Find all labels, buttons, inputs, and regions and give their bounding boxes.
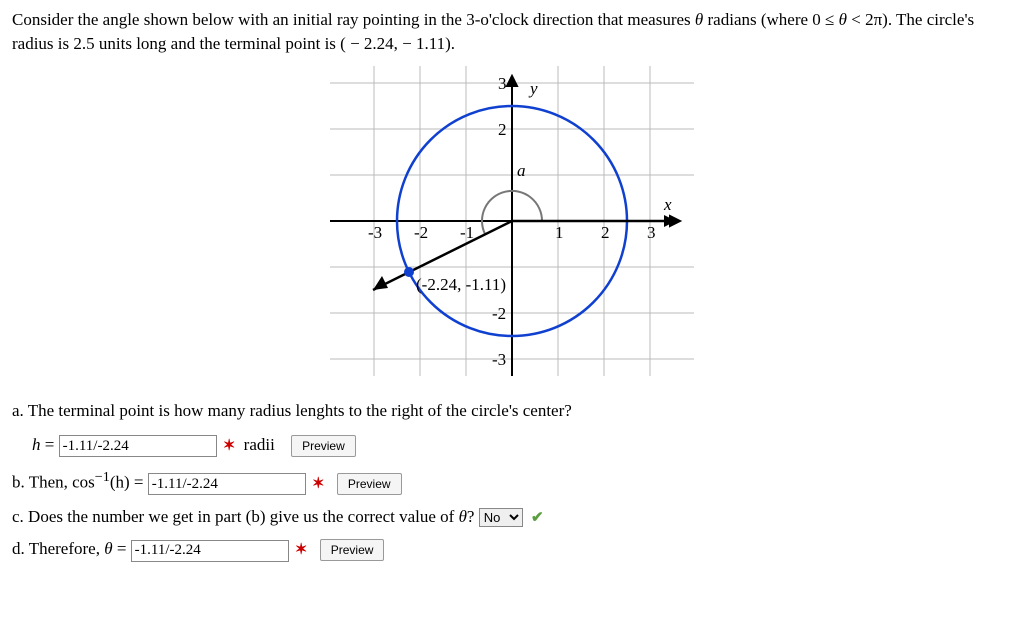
theta-var-1: θ	[695, 10, 703, 29]
equals-sign: =	[45, 435, 59, 454]
preview-button[interactable]: Preview	[291, 435, 356, 457]
preview-button[interactable]: Preview	[337, 473, 402, 495]
terminal-point-label: (-2.24, -1.11)	[416, 275, 506, 294]
correct-icon: ✔	[531, 509, 544, 526]
part-d-input[interactable]	[131, 540, 289, 562]
wrong-icon: ✶	[223, 437, 236, 454]
part-d-prompt-post: =	[113, 539, 131, 558]
svg-text:-3: -3	[368, 223, 382, 242]
svg-text:-3: -3	[492, 350, 506, 369]
svg-text:3: 3	[647, 223, 656, 242]
preview-button[interactable]: Preview	[320, 539, 385, 561]
svg-text:a: a	[517, 161, 526, 180]
theta-var-d: θ	[104, 539, 112, 558]
inverse-sup: −1	[95, 469, 110, 485]
part-d-prompt-pre: d. Therefore,	[12, 539, 104, 558]
intro-text-2: radians (where 0 ≤	[703, 10, 838, 29]
svg-text:x: x	[663, 195, 672, 214]
theta-var-c: θ	[459, 507, 467, 526]
theta-var-2: θ	[839, 10, 847, 29]
part-a-input[interactable]	[59, 435, 217, 457]
graph-container: a y x -3 -2 -1 1 2 3 3 2 -2 -3 (-2.24, -…	[12, 66, 1012, 381]
svg-text:2: 2	[601, 223, 610, 242]
terminal-point-dot	[404, 267, 414, 277]
svg-text:-1: -1	[460, 223, 474, 242]
part-b-input[interactable]	[148, 473, 306, 495]
wrong-icon: ✶	[312, 475, 325, 492]
part-b-prompt-pre: b. Then, cos	[12, 473, 95, 492]
radii-unit: radii	[244, 435, 275, 454]
part-d: d. Therefore, θ = ✶ Preview	[12, 539, 1012, 562]
svg-text:-2: -2	[414, 223, 428, 242]
svg-text:y: y	[528, 79, 538, 98]
wrong-icon: ✶	[295, 541, 308, 558]
svg-text:3: 3	[498, 74, 507, 93]
intro-text-1: Consider the angle shown below with an i…	[12, 10, 695, 29]
part-a: a. The terminal point is how many radius…	[12, 401, 1012, 458]
svg-text:2: 2	[498, 120, 507, 139]
part-a-prompt: a. The terminal point is how many radius…	[12, 401, 1012, 421]
part-c-prompt-pre: c. Does the number we get in part (b) gi…	[12, 507, 459, 526]
question-intro: Consider the angle shown below with an i…	[12, 8, 1012, 56]
coordinate-plot: a y x -3 -2 -1 1 2 3 3 2 -2 -3 (-2.24, -…	[330, 66, 694, 376]
part-c-prompt-post: ?	[467, 507, 475, 526]
part-b-prompt-post: (h) =	[110, 473, 148, 492]
svg-text:1: 1	[555, 223, 564, 242]
part-c-select[interactable]: No Yes	[479, 508, 523, 527]
svg-text:-2: -2	[492, 304, 506, 323]
part-c: c. Does the number we get in part (b) gi…	[12, 507, 1012, 527]
var-h: h	[32, 435, 41, 454]
part-b: b. Then, cos−1(h) = ✶ Preview	[12, 469, 1012, 495]
